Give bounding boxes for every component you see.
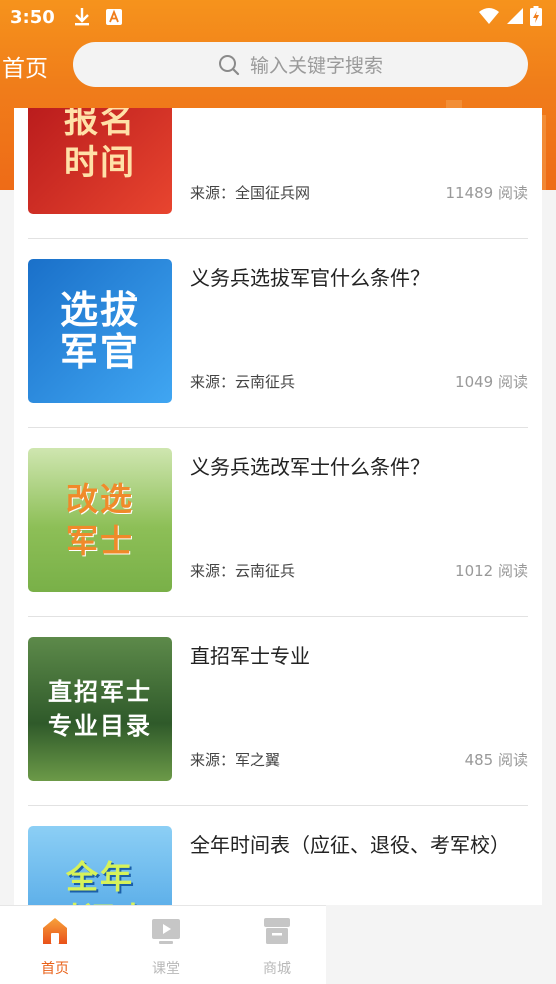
article-source: 来源：云南征兵 xyxy=(190,562,296,580)
article-source: 来源：全国征兵网 xyxy=(190,184,311,202)
tab-home[interactable]: 首页 xyxy=(27,916,83,978)
article-list: 报名 时间 来源：全国征兵网 11489 阅读 选拔 军官 义务兵选拔军官什么条… xyxy=(14,108,542,905)
video-play-icon xyxy=(152,919,180,944)
article-source: 来源：云南征兵 xyxy=(190,373,296,391)
thumbnail-text: 选拔 军官 xyxy=(59,288,140,374)
article-item[interactable]: 直招军士 专业目录 直招军士专业 来源：军之翼 485 阅读 xyxy=(28,617,528,806)
thumbnail-text: 报名 时间 xyxy=(64,108,136,183)
thumbnail-text: 直招军士 专业目录 xyxy=(48,678,152,740)
store-icon xyxy=(264,918,290,944)
font-app-icon xyxy=(105,9,122,25)
status-bar: 3:50 xyxy=(0,0,556,34)
home-icon xyxy=(43,918,67,944)
article-title: 义务兵选拔军官什么条件？ xyxy=(190,266,430,290)
article-thumbnail: 改选 军士 xyxy=(28,448,172,592)
battery-charging-icon xyxy=(530,6,542,26)
page-title: 首页 xyxy=(2,56,48,82)
thumbnail-text: 全年 时间表 xyxy=(49,858,149,905)
article-thumbnail: 直招军士 专业目录 xyxy=(28,637,172,781)
tab-classroom[interactable]: 课堂 xyxy=(138,916,194,978)
status-time: 3:50 xyxy=(10,6,55,28)
signal-icon xyxy=(507,8,523,24)
tab-store[interactable]: 商城 xyxy=(249,916,305,978)
article-item[interactable]: 改选 军士 义务兵选改军士什么条件？ 来源：云南征兵 1012 阅读 xyxy=(28,428,528,617)
article-item[interactable]: 选拔 军官 义务兵选拔军官什么条件？ 来源：云南征兵 1049 阅读 xyxy=(28,239,528,428)
article-read-count: 1012 阅读 xyxy=(455,562,528,580)
wifi-icon xyxy=(479,8,499,24)
article-read-count: 11489 阅读 xyxy=(445,184,529,202)
article-read-count: 1049 阅读 xyxy=(455,373,528,391)
article-thumbnail: 报名 时间 xyxy=(28,108,172,214)
header: 首页 输入关键字搜索 xyxy=(0,40,556,90)
article-title: 义务兵选改军士什么条件？ xyxy=(190,455,430,479)
bottom-tab-bar: 首页 课堂 商城 xyxy=(0,905,326,984)
article-title: 直招军士专业 xyxy=(190,644,310,668)
search-icon xyxy=(218,54,240,75)
thumbnail-text: 改选 军士 xyxy=(65,480,134,560)
tab-home-label: 首页 xyxy=(41,961,69,977)
tab-classroom-label: 课堂 xyxy=(152,961,180,977)
article-source: 来源：军之翼 xyxy=(190,751,281,769)
search-placeholder: 输入关键字搜索 xyxy=(249,55,383,77)
article-title: 全年时间表（应征、退役、考军校） xyxy=(190,833,510,857)
article-thumbnail: 选拔 军官 xyxy=(28,259,172,403)
article-read-count: 485 阅读 xyxy=(464,751,528,769)
article-thumbnail: 全年 时间表 xyxy=(28,826,172,905)
article-item[interactable]: 全年 时间表 全年时间表（应征、退役、考军校） xyxy=(28,806,528,905)
article-item[interactable]: 报名 时间 来源：全国征兵网 11489 阅读 xyxy=(28,108,528,239)
search-bar[interactable]: 输入关键字搜索 xyxy=(73,42,528,87)
tab-store-label: 商城 xyxy=(263,961,291,977)
download-icon xyxy=(74,8,89,26)
